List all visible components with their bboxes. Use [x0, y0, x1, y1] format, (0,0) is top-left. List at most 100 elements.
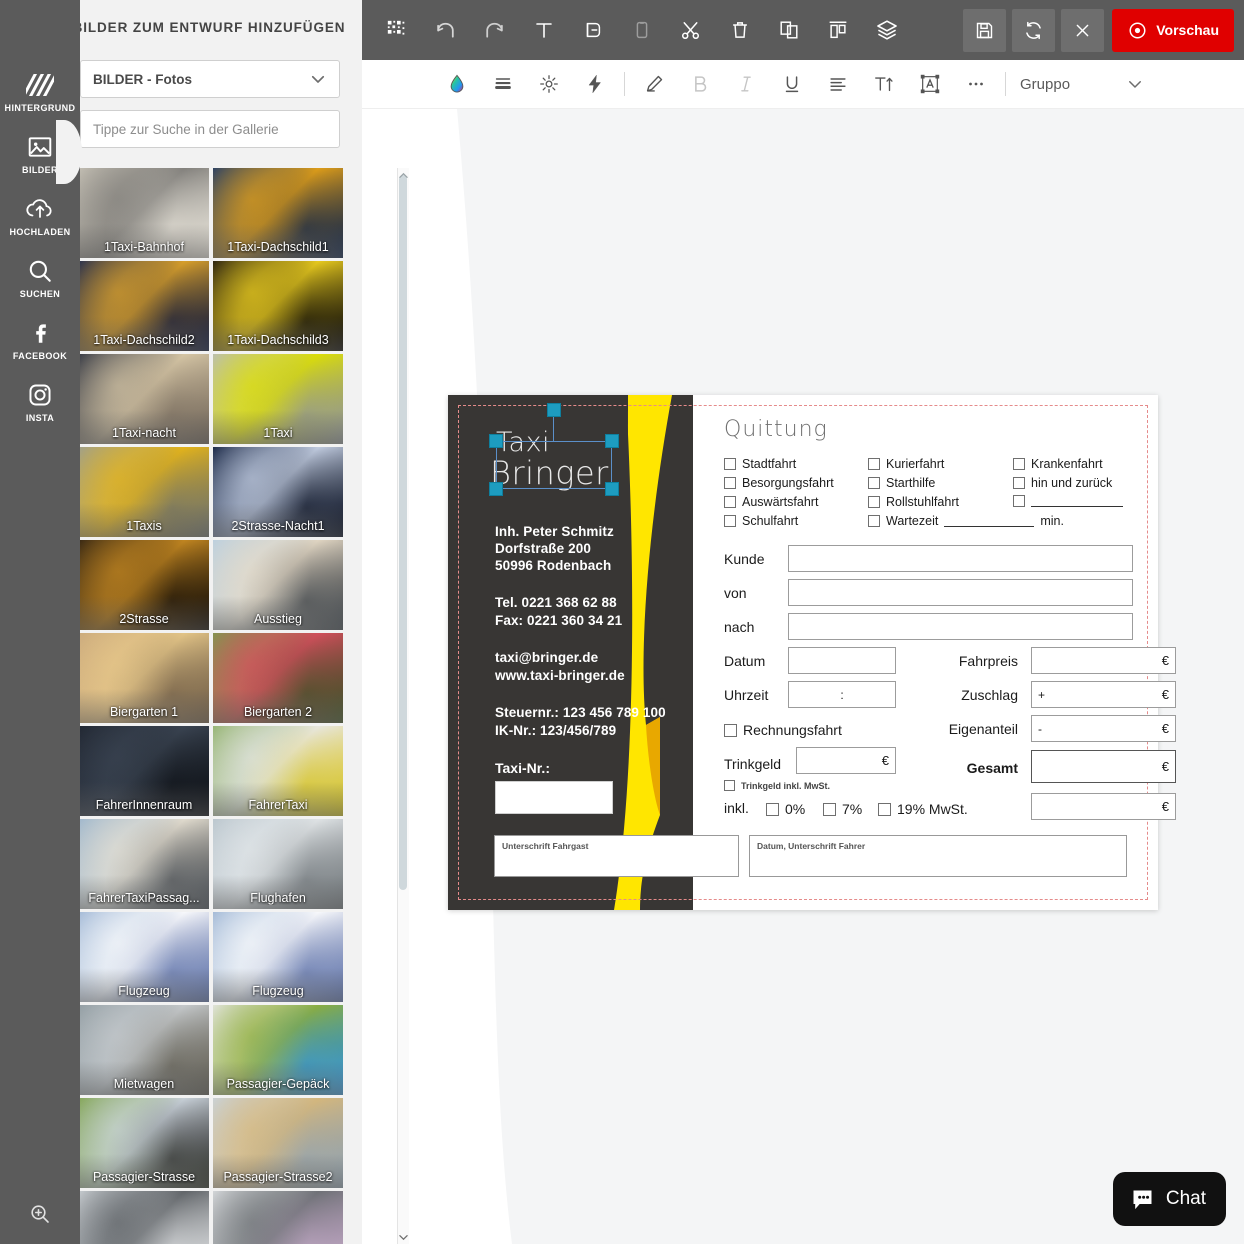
- close-icon[interactable]: [1061, 8, 1105, 52]
- align-top-icon[interactable]: [813, 6, 862, 54]
- save-icon[interactable]: [963, 8, 1007, 52]
- redo-icon[interactable]: [470, 6, 519, 54]
- gallery-thumbnail[interactable]: 1Taxi: [213, 354, 343, 444]
- taxi-nr-field[interactable]: [495, 781, 613, 814]
- checkbox-rollstuhlfahrt[interactable]: [868, 496, 880, 508]
- design-canvas[interactable]: Taxi Bringer Inh. Peter Schmitz Dorfstra…: [362, 109, 1244, 1244]
- sidebar-item-hintergrund[interactable]: HINTERGRUND: [0, 60, 80, 122]
- gallery-thumbnail[interactable]: Passagier-Strasse: [79, 1098, 209, 1188]
- resize-handle-br[interactable]: [605, 482, 619, 496]
- gallery-thumbnail[interactable]: 2Strasse-Nacht1: [213, 447, 343, 537]
- field-von[interactable]: [788, 579, 1133, 606]
- gallery-thumbnail[interactable]: Regen-Taxi: [79, 1191, 209, 1244]
- sidebar-item-hochladen[interactable]: HOCHLADEN: [0, 184, 80, 246]
- chat-widget-button[interactable]: Chat: [1112, 1172, 1226, 1226]
- field-zuschlag[interactable]: + €: [1031, 681, 1176, 708]
- gallery-thumbnail[interactable]: Passagier-Strasse2: [213, 1098, 343, 1188]
- layers-icon[interactable]: [862, 6, 911, 54]
- sidebar-item-insta[interactable]: INSTA: [0, 370, 80, 432]
- gallery-thumbnail[interactable]: 1Taxi-Dachschild1: [213, 168, 343, 258]
- text-frame-icon[interactable]: [907, 61, 953, 107]
- qr-icon[interactable]: [372, 6, 421, 54]
- field-gesamt[interactable]: €: [1031, 750, 1176, 783]
- brightness-icon[interactable]: [526, 61, 572, 107]
- checkbox-rechnungsfahrt[interactable]: [724, 723, 737, 737]
- sidebar-item-suchen[interactable]: SUCHEN: [0, 246, 80, 308]
- field-kunde[interactable]: [788, 545, 1133, 572]
- gallery-thumbnail[interactable]: 1Taxis: [79, 447, 209, 537]
- field-nach[interactable]: [788, 613, 1133, 640]
- checkbox-row-wartezeit[interactable]: Wartezeit min.: [868, 514, 1064, 528]
- checkbox-custom[interactable]: [1013, 495, 1025, 507]
- gallery-thumbnail[interactable]: Flughafen: [213, 819, 343, 909]
- preview-button[interactable]: Vorschau: [1112, 8, 1234, 52]
- scroll-down-icon[interactable]: [397, 1231, 409, 1243]
- underline-icon[interactable]: [769, 61, 815, 107]
- field-trinkgeld[interactable]: €: [796, 747, 896, 774]
- checkbox-kurierfahrt[interactable]: [868, 458, 880, 470]
- scroll-up-icon[interactable]: [397, 169, 409, 181]
- checkbox-row-hin-und-zurueck[interactable]: hin und zurück: [1013, 476, 1112, 490]
- checkbox-row-kurierfahrt[interactable]: Kurierfahrt: [868, 457, 944, 471]
- text-icon[interactable]: [519, 6, 568, 54]
- checkbox-row-besorgungsfahrt[interactable]: Besorgungsfahrt: [724, 476, 834, 490]
- gallery-thumbnail[interactable]: Ausstieg: [213, 540, 343, 630]
- checkbox-row-krankenfahrt[interactable]: Krankenfahrt: [1013, 457, 1103, 471]
- color-drop-icon[interactable]: [434, 61, 480, 107]
- checkbox-schulfahrt[interactable]: [724, 515, 736, 527]
- resize-handle-bl[interactable]: [489, 482, 503, 496]
- checkbox-row-mwst-7[interactable]: 7%: [823, 801, 862, 817]
- gallery-thumbnail[interactable]: Passagier-Gepäck: [213, 1005, 343, 1095]
- checkbox-krankenfahrt[interactable]: [1013, 458, 1025, 470]
- checkbox-row-auswaertsfahrt[interactable]: Auswärtsfahrt: [724, 495, 818, 509]
- group-dropdown[interactable]: Gruppo: [1020, 75, 1144, 93]
- signature-passenger-box[interactable]: Unterschrift Fahrgast: [494, 835, 739, 877]
- trash-icon[interactable]: [715, 6, 764, 54]
- checkbox-row-rechnungsfahrt[interactable]: Rechnungsfahrt: [724, 722, 842, 738]
- gallery-thumbnail[interactable]: Regen-Strasse: [213, 1191, 343, 1244]
- gallery-thumbnail[interactable]: 1Taxi-nacht: [79, 354, 209, 444]
- gallery-thumbnail[interactable]: 1Taxi-Dachschild3: [213, 261, 343, 351]
- field-eigenanteil[interactable]: - €: [1031, 715, 1176, 742]
- category-dropdown[interactable]: BILDER - Fotos: [80, 60, 340, 98]
- checkbox-besorgungsfahrt[interactable]: [724, 477, 736, 489]
- zoom-in-icon[interactable]: [0, 1192, 80, 1236]
- field-mwst[interactable]: €: [1031, 793, 1176, 820]
- gallery-thumbnail[interactable]: Biergarten 1: [79, 633, 209, 723]
- paste-icon[interactable]: [617, 6, 666, 54]
- checkbox-row-starthilfe[interactable]: Starthilfe: [868, 476, 935, 490]
- gallery-thumbnail[interactable]: Flugzeug: [79, 912, 209, 1002]
- checkbox-row-custom[interactable]: [1013, 495, 1123, 507]
- checkbox-starthilfe[interactable]: [868, 477, 880, 489]
- pen-icon[interactable]: [631, 61, 677, 107]
- rotate-handle[interactable]: [547, 403, 561, 417]
- checkbox-row-schulfahrt[interactable]: Schulfahrt: [724, 514, 798, 528]
- bold-icon[interactable]: [677, 61, 723, 107]
- checkbox-row-trinkgeld-inkl[interactable]: Trinkgeld inkl. MwSt.: [724, 780, 830, 791]
- refresh-icon[interactable]: [1012, 8, 1056, 52]
- field-uhrzeit[interactable]: :: [788, 681, 896, 708]
- gallery-thumbnail[interactable]: Biergarten 2: [213, 633, 343, 723]
- checkbox-trinkgeld-inkl[interactable]: [724, 780, 735, 791]
- effect-icon[interactable]: [572, 61, 618, 107]
- scissors-icon[interactable]: [666, 6, 715, 54]
- receipt-design[interactable]: Taxi Bringer Inh. Peter Schmitz Dorfstra…: [448, 395, 1176, 910]
- gallery-thumbnail[interactable]: 1Taxi-Dachschild2: [79, 261, 209, 351]
- undo-icon[interactable]: [421, 6, 470, 54]
- resize-handle-tr[interactable]: [605, 434, 619, 448]
- resize-handle-tl[interactable]: [489, 434, 503, 448]
- gallery-thumbnail[interactable]: FahrerTaxiPassag...: [79, 819, 209, 909]
- field-fahrpreis[interactable]: €: [1031, 647, 1176, 674]
- gallery-thumbnail[interactable]: Flugzeug: [213, 912, 343, 1002]
- checkbox-row-rollstuhlfahrt[interactable]: Rollstuhlfahrt: [868, 495, 959, 509]
- gallery-thumbnail[interactable]: FahrerTaxi: [213, 726, 343, 816]
- checkbox-mwst-7[interactable]: [823, 802, 836, 816]
- checkbox-mwst-0[interactable]: [766, 802, 779, 816]
- font-size-icon[interactable]: [861, 61, 907, 107]
- more-icon[interactable]: [953, 61, 999, 107]
- italic-icon[interactable]: [723, 61, 769, 107]
- duplicate-icon[interactable]: [764, 6, 813, 54]
- checkbox-hin-und-zurueck[interactable]: [1013, 477, 1025, 489]
- checkbox-row-mwst-0[interactable]: 0%: [766, 801, 805, 817]
- checkbox-mwst-19[interactable]: [878, 802, 891, 816]
